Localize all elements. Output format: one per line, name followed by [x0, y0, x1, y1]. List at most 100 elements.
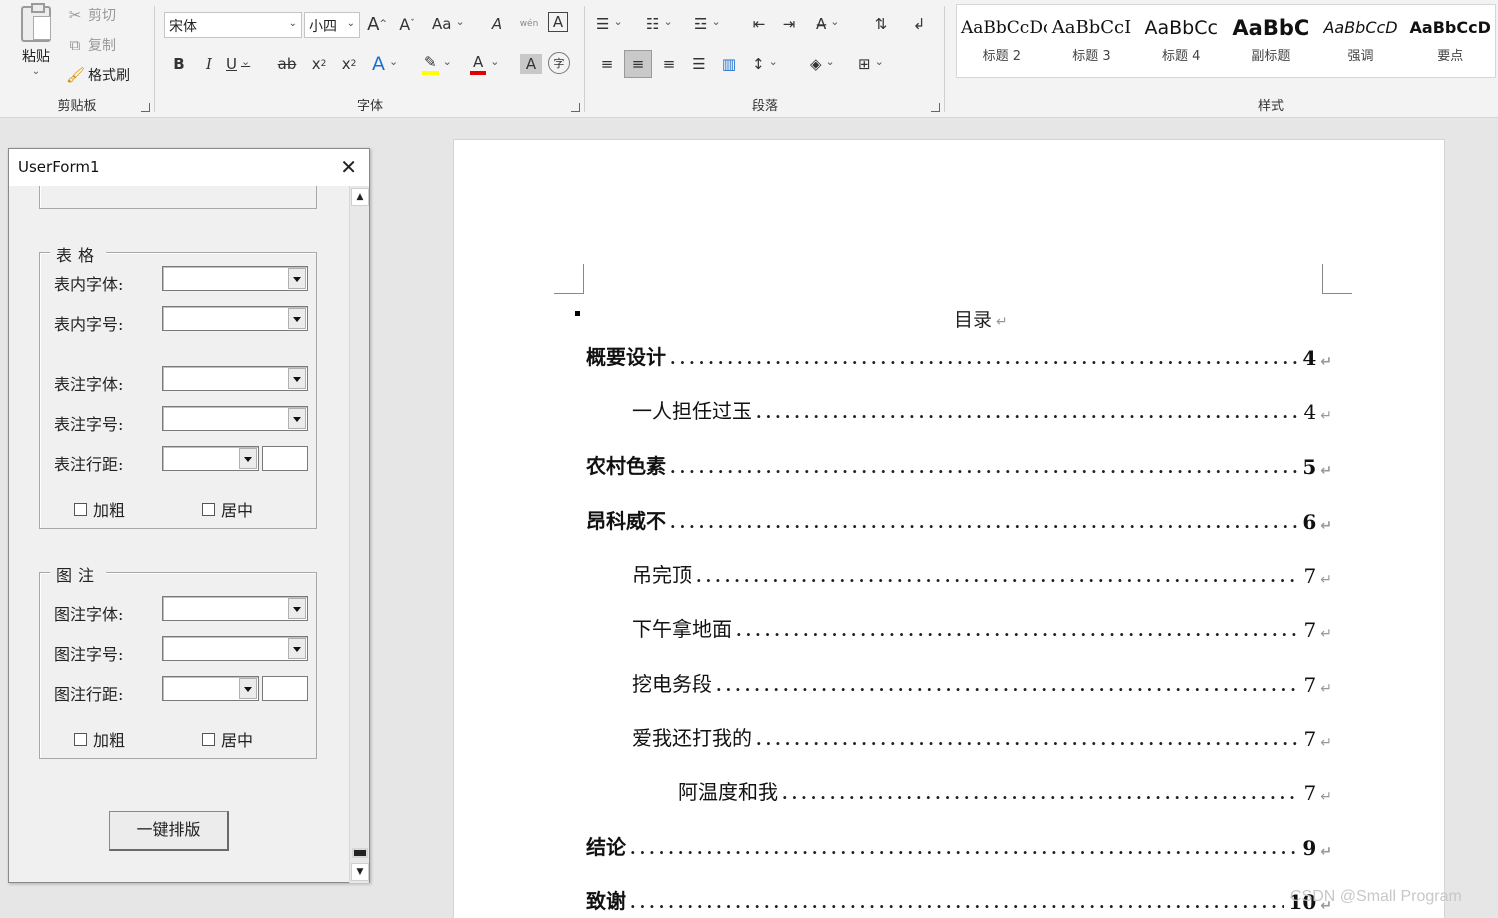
table-note-size-dropdown[interactable]: [162, 406, 308, 431]
toc-entry[interactable]: 阿温度和我...................................…: [586, 775, 1332, 805]
borders-button[interactable]: ⊞: [858, 52, 884, 76]
font-name-combo[interactable]: 宋体 ⌄: [164, 12, 302, 38]
italic-button[interactable]: I: [198, 52, 220, 76]
toc-entry[interactable]: 结论......................................…: [586, 830, 1332, 860]
figure-spacing-input[interactable]: [262, 676, 308, 701]
toc-title-text: 目录: [954, 309, 993, 331]
align-right-button[interactable]: ≡: [658, 52, 680, 76]
paste-button[interactable]: 粘贴 ⌄: [12, 3, 60, 84]
clear-formatting-button[interactable]: A: [486, 12, 508, 36]
dropdown-arrow-icon[interactable]: [288, 408, 306, 429]
font-color-icon: A: [470, 53, 487, 75]
chevron-down-icon[interactable]: ⌄: [12, 66, 60, 77]
grow-font-button[interactable]: A ^: [366, 12, 388, 36]
styles-group: 样式: [956, 0, 1498, 118]
highlight-button[interactable]: ✎: [422, 52, 452, 76]
checkbox-box[interactable]: [74, 502, 87, 516]
chevron-down-icon[interactable]: ⌄: [289, 18, 297, 29]
figure-size-dropdown[interactable]: [162, 636, 308, 661]
table-font-dropdown[interactable]: [162, 266, 308, 291]
scrollbar-thumb[interactable]: [352, 848, 368, 858]
toc-entry[interactable]: 挖电务段....................................…: [586, 667, 1332, 697]
line-spacing-button[interactable]: ↕: [752, 52, 778, 76]
figure-bold-checkbox[interactable]: 加粗: [74, 727, 125, 751]
align-center-button[interactable]: ≡: [624, 50, 652, 78]
shrink-font-button[interactable]: Aˇ: [396, 12, 418, 36]
table-note-font-dropdown[interactable]: [162, 366, 308, 391]
toc-entry[interactable]: 概要设计....................................…: [586, 340, 1332, 370]
divider: [154, 6, 155, 112]
copy-button[interactable]: ⧉ 复制: [66, 34, 116, 56]
toc-entry[interactable]: 爱我还打我的..................................…: [586, 721, 1332, 751]
distributed-button[interactable]: ▥: [718, 52, 740, 76]
watermark: CSDN @Small Program: [1290, 888, 1462, 905]
dialog-launcher-icon[interactable]: [141, 103, 150, 112]
chinese-layout-button[interactable]: A̶: [816, 12, 839, 36]
dialog-launcher-icon[interactable]: [931, 103, 940, 112]
dropdown-arrow-icon[interactable]: [288, 368, 306, 389]
toc-entry[interactable]: 吊完顶.....................................…: [586, 558, 1332, 588]
figure-spacing-dropdown[interactable]: [162, 676, 259, 701]
phonetic-guide-button[interactable]: wén: [518, 12, 540, 36]
checkbox-box[interactable]: [202, 502, 215, 516]
decrease-indent-button[interactable]: ⇤: [748, 12, 770, 36]
toc-entry[interactable]: 农村色素....................................…: [586, 449, 1332, 479]
superscript-button[interactable]: x2: [338, 52, 360, 76]
dropdown-arrow-icon[interactable]: [239, 448, 257, 469]
sort-button[interactable]: ⇅: [870, 12, 892, 36]
align-left-button[interactable]: ≡: [596, 52, 618, 76]
toc-entry[interactable]: 一人担任过玉..................................…: [586, 394, 1332, 424]
figure-bold-label: 加粗: [93, 731, 126, 750]
bold-button[interactable]: B: [168, 52, 190, 76]
dropdown-arrow-icon[interactable]: [288, 598, 306, 619]
font-color-button[interactable]: A: [470, 52, 499, 76]
dropdown-arrow-icon[interactable]: [288, 268, 306, 289]
enclose-characters-button[interactable]: 字: [548, 52, 570, 74]
bullets-button[interactable]: ☰: [596, 12, 623, 36]
table-center-checkbox[interactable]: 居中: [202, 497, 253, 521]
document-page[interactable]: 目录 ↵ 概要设计................................…: [453, 139, 1445, 918]
character-border-icon: A: [552, 13, 564, 31]
figure-center-checkbox[interactable]: 居中: [202, 727, 253, 751]
subscript-button[interactable]: x2: [308, 52, 330, 76]
dialog-launcher-icon[interactable]: [571, 103, 580, 112]
scroll-down-icon[interactable]: ▼: [351, 863, 369, 881]
toc-title[interactable]: 目录 ↵: [954, 305, 1008, 332]
toc-leader-dots: ........................................…: [782, 784, 1300, 803]
dropdown-arrow-icon[interactable]: [288, 308, 306, 329]
checkbox-box[interactable]: [202, 732, 215, 746]
table-size-dropdown[interactable]: [162, 306, 308, 331]
show-marks-button[interactable]: ↲: [908, 12, 930, 36]
figure-font-dropdown[interactable]: [162, 596, 308, 621]
scroll-up-icon[interactable]: ▲: [351, 188, 369, 206]
checkbox-box[interactable]: [74, 732, 87, 746]
increase-indent-button[interactable]: ⇥: [778, 12, 800, 36]
table-font-label: 表内字体:: [54, 275, 124, 294]
strikethrough-button[interactable]: ab: [276, 52, 298, 76]
one-click-format-button[interactable]: 一键排版: [109, 811, 229, 851]
cut-button[interactable]: ✂ 剪切: [66, 4, 116, 26]
character-border-button[interactable]: A: [548, 12, 568, 32]
toc-entry[interactable]: 下午拿地面...................................…: [586, 612, 1332, 642]
character-shading-button[interactable]: A: [520, 54, 542, 74]
change-case-button[interactable]: Aa: [432, 12, 465, 36]
dropdown-arrow-icon[interactable]: [239, 678, 257, 699]
multilevel-list-button[interactable]: ☲: [694, 12, 721, 36]
text-effects-button[interactable]: A: [372, 52, 398, 76]
shading-button[interactable]: ◈: [810, 52, 835, 76]
figure-frame: 图注 图注字体: 图注字号: 图注行距: 加粗 居中: [39, 562, 317, 759]
chevron-down-icon[interactable]: ⌄: [347, 18, 355, 29]
underline-button[interactable]: U: [226, 52, 250, 76]
table-bold-checkbox[interactable]: 加粗: [74, 497, 125, 521]
numbering-button[interactable]: ☷: [646, 12, 673, 36]
toc-entry[interactable]: 致谢......................................…: [586, 884, 1332, 914]
userform-scrollbar[interactable]: ▲ ▼: [349, 186, 369, 883]
format-painter-button[interactable]: 🖌 格式刷: [66, 64, 130, 86]
toc-entry[interactable]: 昂科威不....................................…: [586, 504, 1332, 534]
font-size-combo[interactable]: 小四 ⌄: [304, 12, 360, 38]
close-icon[interactable]: ✕: [340, 155, 357, 179]
dropdown-arrow-icon[interactable]: [288, 638, 306, 659]
table-note-spacing-dropdown[interactable]: [162, 446, 259, 471]
justify-button[interactable]: ☰: [688, 52, 710, 76]
table-note-spacing-input[interactable]: [262, 446, 308, 471]
